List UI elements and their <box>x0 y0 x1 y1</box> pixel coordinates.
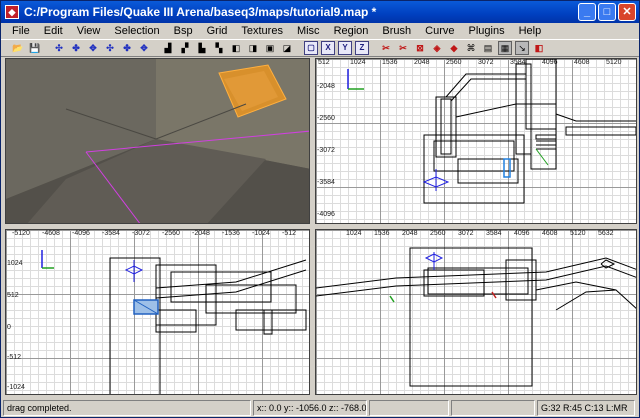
toolbar-separator <box>297 41 301 55</box>
view-z-icon[interactable]: Z <box>355 41 369 55</box>
window-title: C:/Program Files/Quake III Arena/baseq3/… <box>24 5 377 19</box>
change-views-icon[interactable]: ▢ <box>304 41 318 55</box>
csg-merge-icon[interactable]: ◨ <box>246 41 260 55</box>
clipper-icon[interactable]: ◪ <box>280 41 294 55</box>
status-pane-empty <box>369 400 449 416</box>
patch-icon[interactable]: ◆ <box>447 41 461 55</box>
yz-map-geometry <box>316 247 636 387</box>
toolbar-separator <box>45 41 49 55</box>
menu-bsp[interactable]: Bsp <box>167 23 200 39</box>
menu-help[interactable]: Help <box>512 23 549 39</box>
select-partial-tall-icon[interactable]: ▙ <box>195 41 209 55</box>
menu-plugins[interactable]: Plugins <box>462 23 512 39</box>
minimize-icon: _ <box>583 5 591 18</box>
title-bar[interactable]: ◆ C:/Program Files/Quake III Arena/baseq… <box>1 1 639 23</box>
menu-region[interactable]: Region <box>327 23 376 39</box>
flip-y-icon[interactable]: ✥ <box>86 41 100 55</box>
yz-grid-view[interactable]: 1024 1536 2048 2560 3072 3584 4096 4608 … <box>315 229 637 395</box>
flip-z-icon[interactable]: ✤ <box>120 41 134 55</box>
camera-view[interactable] <box>5 58 310 224</box>
menu-curve[interactable]: Curve <box>418 23 461 39</box>
plugin-tool-icon[interactable]: ◧ <box>532 41 546 55</box>
hollow-icon[interactable]: ▣ <box>263 41 277 55</box>
rotate-z-icon[interactable]: ✥ <box>137 41 151 55</box>
entities-as-icon[interactable]: ◈ <box>430 41 444 55</box>
select-inside-icon[interactable]: ▚ <box>212 41 226 55</box>
maximize-button[interactable]: □ <box>598 3 616 21</box>
close-icon: ✕ <box>622 5 632 18</box>
menu-misc[interactable]: Misc <box>290 23 327 39</box>
xz-grid-view[interactable]: -5120 -4608 -4096 -3584 -3072 -2560 -204… <box>5 229 310 395</box>
toolbar-separator <box>154 41 158 55</box>
xy-grid-view[interactable]: 512 1024 1536 2048 2560 3072 3584 4096 4… <box>315 58 637 224</box>
rotate-y-icon[interactable]: ✣ <box>103 41 117 55</box>
menu-view[interactable]: View <box>70 23 108 39</box>
main-toolbar: 📂 💾 ✣ ✤ ✥ ✣ ✤ ✥ ▟ ▞ ▙ ▚ ◧ ◨ ▣ ◪ ▢ X Y Z … <box>1 39 639 57</box>
open-map-icon[interactable]: 📂 <box>11 41 25 55</box>
radiant-app-icon[interactable]: ◆ <box>5 5 19 19</box>
toolbar-separator <box>372 41 376 55</box>
show-grid-icon[interactable]: ▦ <box>498 41 512 55</box>
maximize-icon: □ <box>603 5 611 18</box>
flip-x-icon[interactable]: ✣ <box>52 41 66 55</box>
save-map-icon[interactable]: 💾 <box>28 41 42 55</box>
grid-settings-readout: G:32 R:45 C:13 L:MR <box>537 400 635 416</box>
xz-map-geometry <box>41 250 307 394</box>
cubic-clip-icon[interactable]: ⌘ <box>464 41 478 55</box>
camera-render <box>6 59 309 223</box>
menu-file[interactable]: File <box>5 23 37 39</box>
drag-vertices-icon[interactable]: ✂ <box>396 41 410 55</box>
drag-edges-icon[interactable]: ✂ <box>379 41 393 55</box>
menu-brush[interactable]: Brush <box>375 23 418 39</box>
radiant-window: ◆ C:/Program Files/Quake III Arena/baseq… <box>0 0 640 418</box>
menu-selection[interactable]: Selection <box>107 23 166 39</box>
xy-map-geometry <box>347 59 636 204</box>
status-pane-empty <box>451 400 535 416</box>
status-message: drag completed. <box>3 400 251 416</box>
select-touching-icon[interactable]: ▞ <box>178 41 192 55</box>
menu-edit[interactable]: Edit <box>37 23 70 39</box>
view-x-icon[interactable]: X <box>321 41 335 55</box>
scale-icon[interactable]: ⊠ <box>413 41 427 55</box>
rotate-x-icon[interactable]: ✤ <box>69 41 83 55</box>
texture-lock-icon[interactable]: ▤ <box>481 41 495 55</box>
camera-preview-icon[interactable]: ↘ <box>515 41 529 55</box>
status-bar: drag completed. x:: 0.0 y:: -1056.0 z:: … <box>1 399 639 417</box>
select-complete-tall-icon[interactable]: ▟ <box>161 41 175 55</box>
close-button[interactable]: ✕ <box>618 3 636 21</box>
cursor-coordinates: x:: 0.0 y:: -1056.0 z:: -768.0 <box>253 400 367 416</box>
view-y-icon[interactable]: Y <box>338 41 352 55</box>
menu-grid[interactable]: Grid <box>200 23 235 39</box>
menu-textures[interactable]: Textures <box>234 23 290 39</box>
minimize-button[interactable]: _ <box>578 3 596 21</box>
menu-bar: File Edit View Selection Bsp Grid Textur… <box>1 23 639 39</box>
csg-subtract-icon[interactable]: ◧ <box>229 41 243 55</box>
